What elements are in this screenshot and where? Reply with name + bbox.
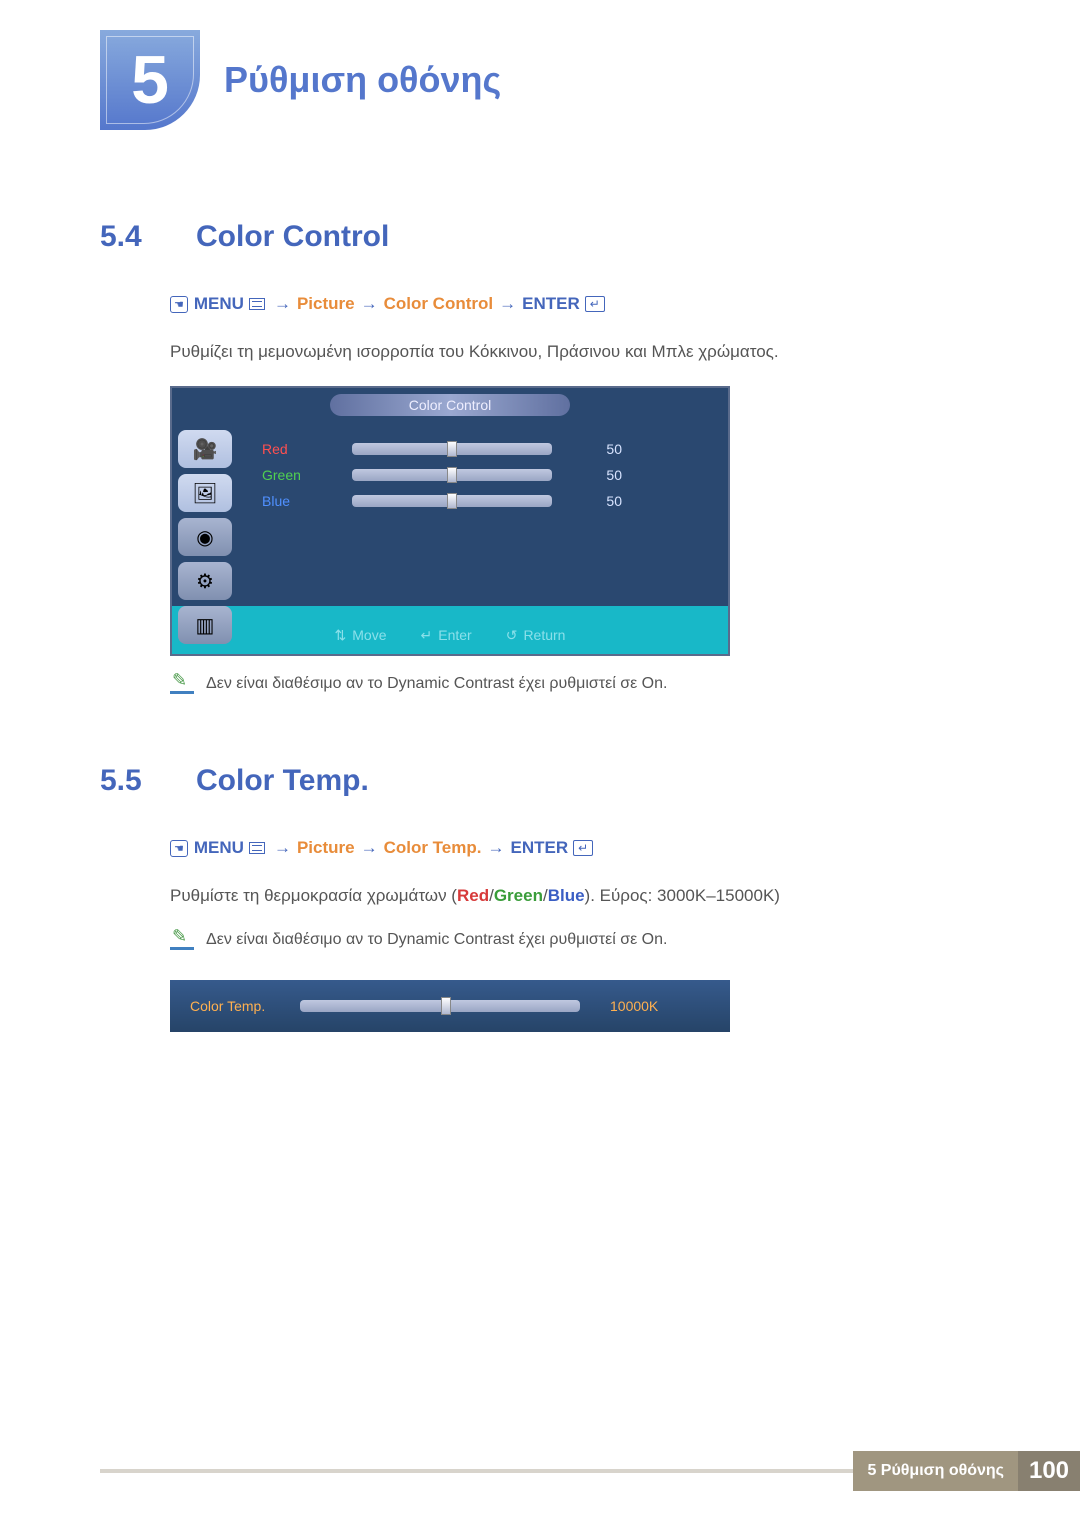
note-5-4: Δεν είναι διαθέσιμο αν το Dynamic Contra… <box>170 674 980 694</box>
chapter-title: Ρύθμιση οθόνης <box>224 59 501 101</box>
osd-value-red: 50 <box>582 441 622 457</box>
section-number: 5.4 <box>100 220 170 254</box>
temp-value: 10000K <box>610 998 658 1014</box>
arrow-icon: → <box>270 838 295 858</box>
osd-slider-list: Red 50 Green 50 Blue 50 <box>262 436 712 514</box>
osd-footer-hints: Move Enter Return <box>172 627 728 644</box>
slider-knob <box>447 493 457 509</box>
breadcrumb-enter: ENTER <box>522 294 580 314</box>
osd-value-green: 50 <box>582 467 622 483</box>
chapter-number-badge: 5 <box>100 30 200 130</box>
breadcrumb-item: Color Control <box>384 294 494 314</box>
arrow-icon: → <box>270 294 295 314</box>
osd-slider-blue <box>352 495 552 507</box>
osd-hint-return: Return <box>506 627 566 644</box>
osd-value-blue: 50 <box>582 493 622 509</box>
osd-slider-green <box>352 469 552 481</box>
page-footer: 5 Ρύθμιση οθόνης 100 <box>100 1451 1080 1491</box>
note-text: Δεν είναι διαθέσιμο αν το Dynamic Contra… <box>206 931 667 949</box>
arrow-icon: → <box>357 838 382 858</box>
section-number: 5.5 <box>100 764 170 798</box>
osd-hint-enter: Enter <box>421 627 472 644</box>
osd-row-blue: Blue 50 <box>262 488 712 514</box>
footer-page-number: 100 <box>1018 1451 1080 1491</box>
section-description-5-5: Ρυθμίστε τη θερμοκρασία χρωμάτων (Red/Gr… <box>170 886 980 906</box>
menu-icon <box>249 842 265 854</box>
osd-screenshot-color-control: Color Control 🎥 🖼 ◉ ⚙ ▥ Red 50 Green 50 … <box>170 386 730 656</box>
enter-icon: ↵ <box>585 296 605 312</box>
osd-hint-move: Move <box>335 627 387 644</box>
osd-label-blue: Blue <box>262 493 342 509</box>
enter-icon: ↵ <box>573 840 593 856</box>
footer-divider <box>100 1469 853 1473</box>
osd-nav-sound-icon: ◉ <box>178 518 232 556</box>
menu-icon <box>249 298 265 310</box>
breadcrumb-enter: ENTER <box>511 838 569 858</box>
hand-icon: ☚ <box>170 296 188 313</box>
arrow-icon: → <box>495 294 520 314</box>
osd-nav-picture-icon: 🖼 <box>178 474 232 512</box>
menu-breadcrumb-5-4: ☚ MENU → Picture → Color Control → ENTER… <box>170 294 980 314</box>
osd-label-green: Green <box>262 467 342 483</box>
breadcrumb-item: Picture <box>297 294 355 314</box>
osd-slider-red <box>352 443 552 455</box>
breadcrumb-menu: MENU <box>194 294 244 314</box>
osd-nav-setup-icon: ⚙ <box>178 562 232 600</box>
chapter-header: 5 Ρύθμιση οθόνης <box>100 30 980 130</box>
arrow-icon: → <box>357 294 382 314</box>
hand-icon: ☚ <box>170 840 188 857</box>
breadcrumb-item: Color Temp. <box>384 838 482 858</box>
menu-breadcrumb-5-5: ☚ MENU → Picture → Color Temp. → ENTER ↵ <box>170 838 980 858</box>
temp-label: Color Temp. <box>190 998 300 1014</box>
osd-nav-input-icon: 🎥 <box>178 430 232 468</box>
section-heading-5-4: 5.4 Color Control <box>100 220 980 254</box>
osd-row-green: Green 50 <box>262 462 712 488</box>
breadcrumb-item: Picture <box>297 838 355 858</box>
note-text: Δεν είναι διαθέσιμο αν το Dynamic Contra… <box>206 675 667 693</box>
slider-knob <box>447 467 457 483</box>
breadcrumb-menu: MENU <box>194 838 244 858</box>
section-title: Color Temp. <box>196 764 369 798</box>
note-icon <box>170 674 194 694</box>
osd-label-red: Red <box>262 441 342 457</box>
temp-slider <box>300 1000 580 1012</box>
section-description: Ρυθμίζει τη μεμονωμένη ισορροπία του Κόκ… <box>170 342 980 362</box>
footer-chapter-label: 5 Ρύθμιση οθόνης <box>853 1451 1018 1491</box>
slider-knob <box>441 997 451 1015</box>
section-heading-5-5: 5.5 Color Temp. <box>100 764 980 798</box>
osd-title: Color Control <box>330 394 570 416</box>
osd-row-red: Red 50 <box>262 436 712 462</box>
osd-sidebar: 🎥 🖼 ◉ ⚙ ▥ <box>178 430 232 644</box>
note-5-5: Δεν είναι διαθέσιμο αν το Dynamic Contra… <box>170 930 980 950</box>
arrow-icon: → <box>484 838 509 858</box>
osd-screenshot-color-temp: Color Temp. 10000K <box>170 980 730 1032</box>
section-title: Color Control <box>196 220 389 254</box>
slider-knob <box>447 441 457 457</box>
note-icon <box>170 930 194 950</box>
